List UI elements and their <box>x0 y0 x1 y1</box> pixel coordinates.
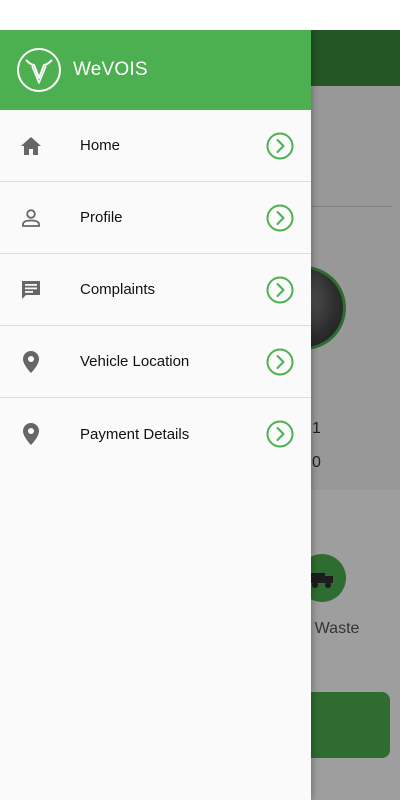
location-pin-icon <box>19 422 43 446</box>
location-pin-icon <box>19 350 43 374</box>
wevois-logo-icon <box>17 48 61 92</box>
drawer-item-label: Vehicle Location <box>80 353 190 370</box>
drawer-item-payment-details[interactable]: Payment Details <box>0 398 311 470</box>
chevron-right-circle-icon[interactable] <box>266 132 294 160</box>
drawer-item-profile[interactable]: Profile <box>0 182 311 254</box>
chevron-right-circle-icon[interactable] <box>266 420 294 448</box>
drawer-item-complaints[interactable]: Complaints <box>0 254 311 326</box>
chevron-right-circle-icon[interactable] <box>266 204 294 232</box>
chevron-right-circle-icon[interactable] <box>266 348 294 376</box>
drawer-item-label: Complaints <box>80 281 156 298</box>
navigation-drawer: WeVOIS Home Profile Complaints Vehicle L… <box>0 30 311 800</box>
drawer-item-label: Profile <box>80 209 123 226</box>
drawer-item-vehicle-location[interactable]: Vehicle Location <box>0 326 311 398</box>
status-bar <box>0 0 400 30</box>
drawer-item-label: Home <box>80 137 121 154</box>
app-name: WeVOIS <box>73 59 148 80</box>
drawer-item-home[interactable]: Home <box>0 110 311 182</box>
person-icon <box>19 206 43 230</box>
drawer-item-label: Payment Details <box>80 425 190 443</box>
message-icon <box>19 278 43 302</box>
drawer-header: WeVOIS <box>0 30 311 110</box>
chevron-right-circle-icon[interactable] <box>266 276 294 304</box>
home-icon <box>19 134 43 158</box>
